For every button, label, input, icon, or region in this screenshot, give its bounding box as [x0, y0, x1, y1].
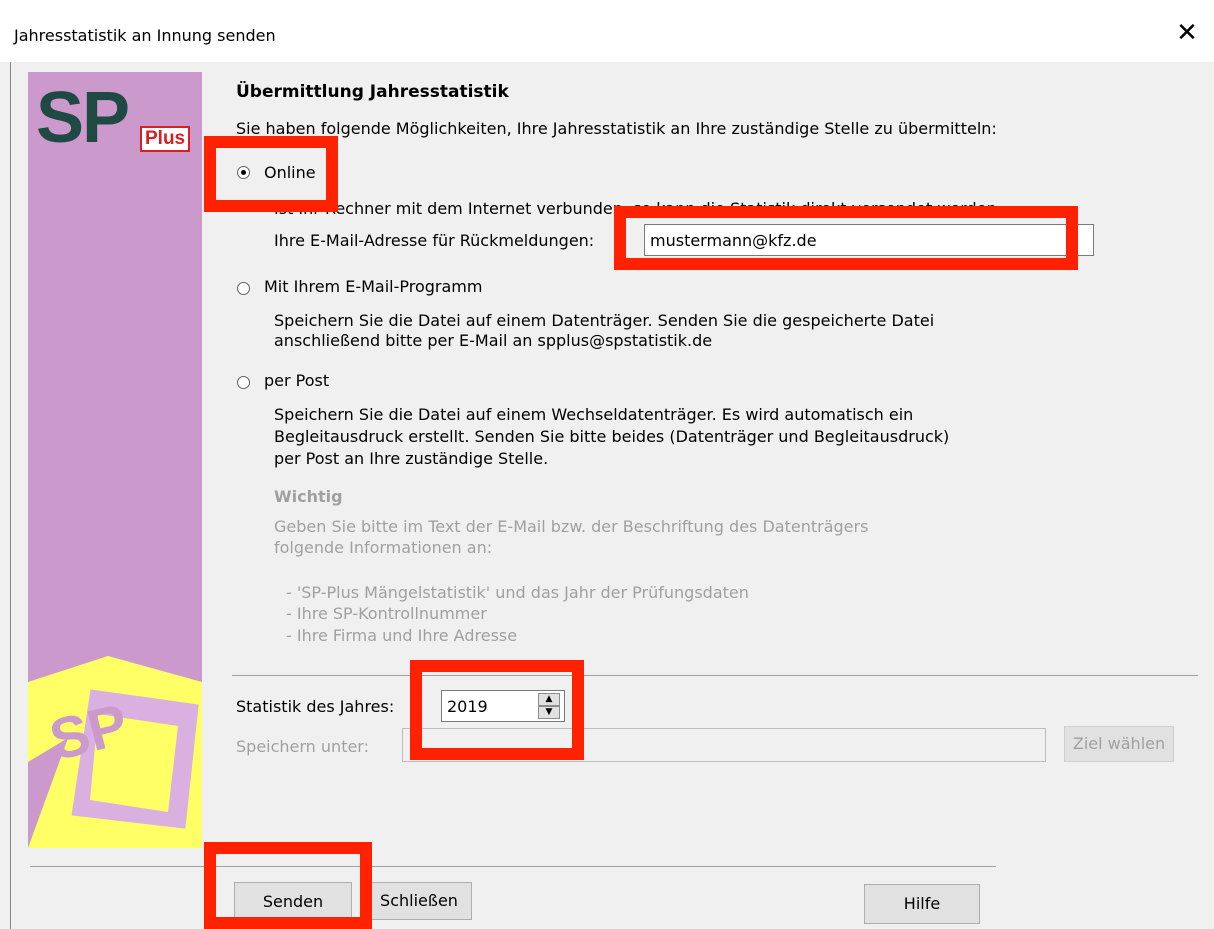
logo-plus: Plus [140, 126, 191, 152]
post-desc-line3: per Post an Ihre zuständige Stelle. [274, 449, 549, 468]
page-title: Übermittlung Jahresstatistik [236, 82, 509, 102]
email-label: Ihre E-Mail-Adresse für Rückmeldungen: [274, 231, 595, 250]
email-field[interactable]: mustermann@kfz.de [644, 224, 1094, 256]
important-title: Wichtig [274, 487, 343, 506]
spin-down-icon[interactable]: ▼ [538, 706, 560, 719]
post-desc-line1: Speichern Sie die Datei auf einem Wechse… [274, 405, 914, 424]
important-item2: - Ihre SP-Kontrollnummer [286, 604, 487, 623]
email-program-desc-line2: anschließend bitte per E-Mail an spplus@… [274, 331, 713, 350]
important-line2: folgende Informationen an: [274, 538, 493, 557]
important-item3: - Ihre Firma und Ihre Adresse [286, 626, 518, 645]
radio-post[interactable] [237, 376, 250, 389]
year-stepper[interactable]: 2019 ▲ ▼ [441, 690, 565, 722]
sidebar-logo-panel: SP Plus SP [28, 72, 202, 848]
important-line1: Geben Sie bitte im Text der E-Mail bzw. … [274, 517, 869, 536]
logo-sp: SP [36, 78, 130, 158]
save-path-field[interactable] [402, 728, 1046, 762]
radio-online[interactable] [237, 166, 250, 179]
close-icon[interactable]: ✕ [1172, 18, 1202, 48]
post-desc-line2: Begleitausdruck erstellt. Senden Sie bit… [274, 427, 950, 446]
year-label: Statistik des Jahres: [236, 697, 395, 716]
separator-top [232, 675, 1198, 676]
radio-online-label[interactable]: Online [264, 162, 316, 183]
radio-post-label[interactable]: per Post [264, 370, 329, 391]
close-button[interactable]: Schließen [366, 882, 472, 920]
radio-email-program-label[interactable]: Mit Ihrem E-Mail-Programm [264, 276, 482, 297]
sp-emblem-graphic: SP [28, 656, 202, 848]
online-description: Ist Ihr Rechner mit dem Internet verbund… [274, 199, 997, 218]
window-title: Jahresstatistik an Innung senden [14, 26, 276, 45]
help-button[interactable]: Hilfe [864, 884, 980, 924]
year-value: 2019 [447, 697, 488, 716]
intro-text: Sie haben folgende Möglichkeiten, Ihre J… [236, 119, 997, 138]
save-as-label: Speichern unter: [236, 737, 369, 756]
important-item1: - 'SP-Plus Mängelstatistik' und das Jahr… [286, 583, 749, 602]
choose-target-button[interactable]: Ziel wählen [1064, 726, 1174, 762]
spin-up-icon[interactable]: ▲ [538, 693, 560, 706]
window-border [10, 62, 11, 929]
email-field-value: mustermann@kfz.de [650, 231, 817, 250]
separator-bottom [30, 866, 996, 867]
send-button[interactable]: Senden [234, 882, 352, 922]
radio-email-program[interactable] [237, 282, 250, 295]
email-program-desc-line1: Speichern Sie die Datei auf einem Datent… [274, 311, 935, 330]
